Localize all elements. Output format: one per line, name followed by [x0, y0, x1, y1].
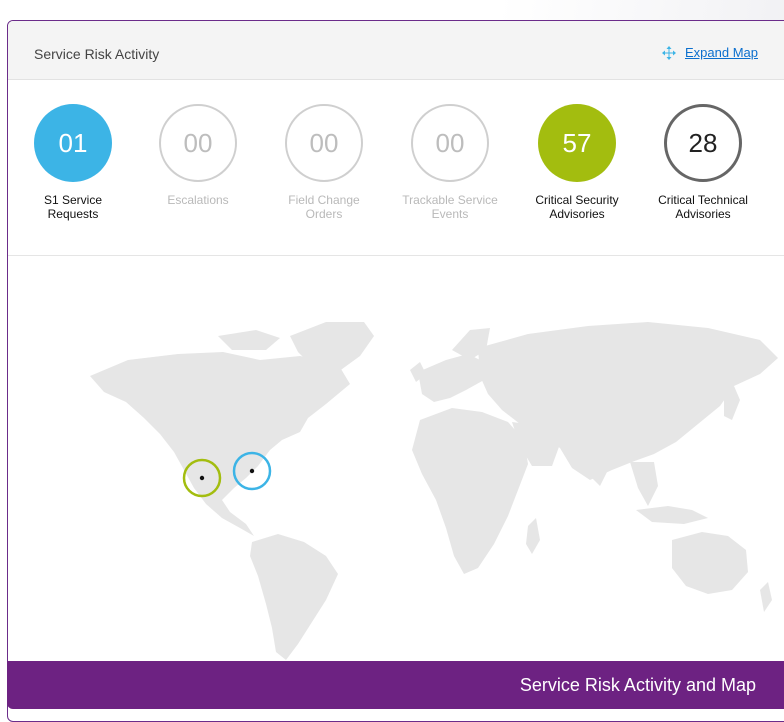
stat-label-line: Orders: [305, 207, 343, 221]
expand-map-link[interactable]: Expand Map: [685, 45, 758, 60]
stat-label-line: Trackable Service: [402, 193, 498, 207]
caption-text: Service Risk Activity and Map: [519, 675, 756, 695]
stat-circle: 57: [538, 104, 616, 182]
stat-label-line: Advisories: [549, 207, 605, 221]
stat-label-line: Advisories: [675, 207, 731, 221]
stat-label-line: Escalations: [167, 193, 229, 207]
stat-label-line: S1 Service: [43, 193, 103, 207]
panel-title: Service Risk Activity: [34, 46, 160, 62]
stat-trackable-service-events[interactable]: 00 Trackable Service Events: [395, 104, 505, 221]
stats-row: 01 S1 Service Requests 00 Escalations 00…: [8, 80, 784, 256]
stat-label: Field Change Orders: [269, 193, 379, 221]
move-arrows-icon: [662, 45, 676, 60]
stat-label-line: Critical Technical: [658, 193, 748, 207]
world-map-graphic: [90, 322, 778, 660]
stat-circle: 00: [285, 104, 363, 182]
stat-label: S1 Service Requests: [18, 193, 128, 221]
caption-bar: Service Risk Activity and Map: [7, 661, 784, 709]
stat-label: Critical Technical Advisories: [648, 193, 758, 221]
stat-circle: 00: [159, 104, 237, 182]
world-map[interactable]: [8, 256, 784, 666]
stat-label: Escalations: [143, 193, 253, 207]
stat-label-line: Events: [431, 207, 469, 221]
stat-critical-technical-advisories[interactable]: 28 Critical Technical Advisories: [648, 104, 758, 221]
service-risk-panel: Service Risk Activity Expand Map 01 S1 S…: [7, 20, 784, 722]
stat-label-line: Critical Security: [535, 193, 619, 207]
stat-s1-service-requests[interactable]: 01 S1 Service Requests: [18, 104, 128, 221]
stat-label-line: Requests: [47, 207, 99, 221]
expand-map-button[interactable]: Expand Map: [662, 45, 758, 60]
stat-label: Trackable Service Events: [395, 193, 505, 221]
stat-critical-security-advisories[interactable]: 57 Critical Security Advisories: [522, 104, 632, 221]
stat-label: Critical Security Advisories: [522, 193, 632, 221]
stat-circle: 01: [34, 104, 112, 182]
stat-circle: 28: [664, 104, 742, 182]
stat-label-line: Field Change: [288, 193, 360, 207]
stat-escalations[interactable]: 00 Escalations: [143, 104, 253, 207]
panel-header: Service Risk Activity Expand Map: [8, 21, 784, 80]
stat-field-change-orders[interactable]: 00 Field Change Orders: [269, 104, 379, 221]
stat-circle: 00: [411, 104, 489, 182]
